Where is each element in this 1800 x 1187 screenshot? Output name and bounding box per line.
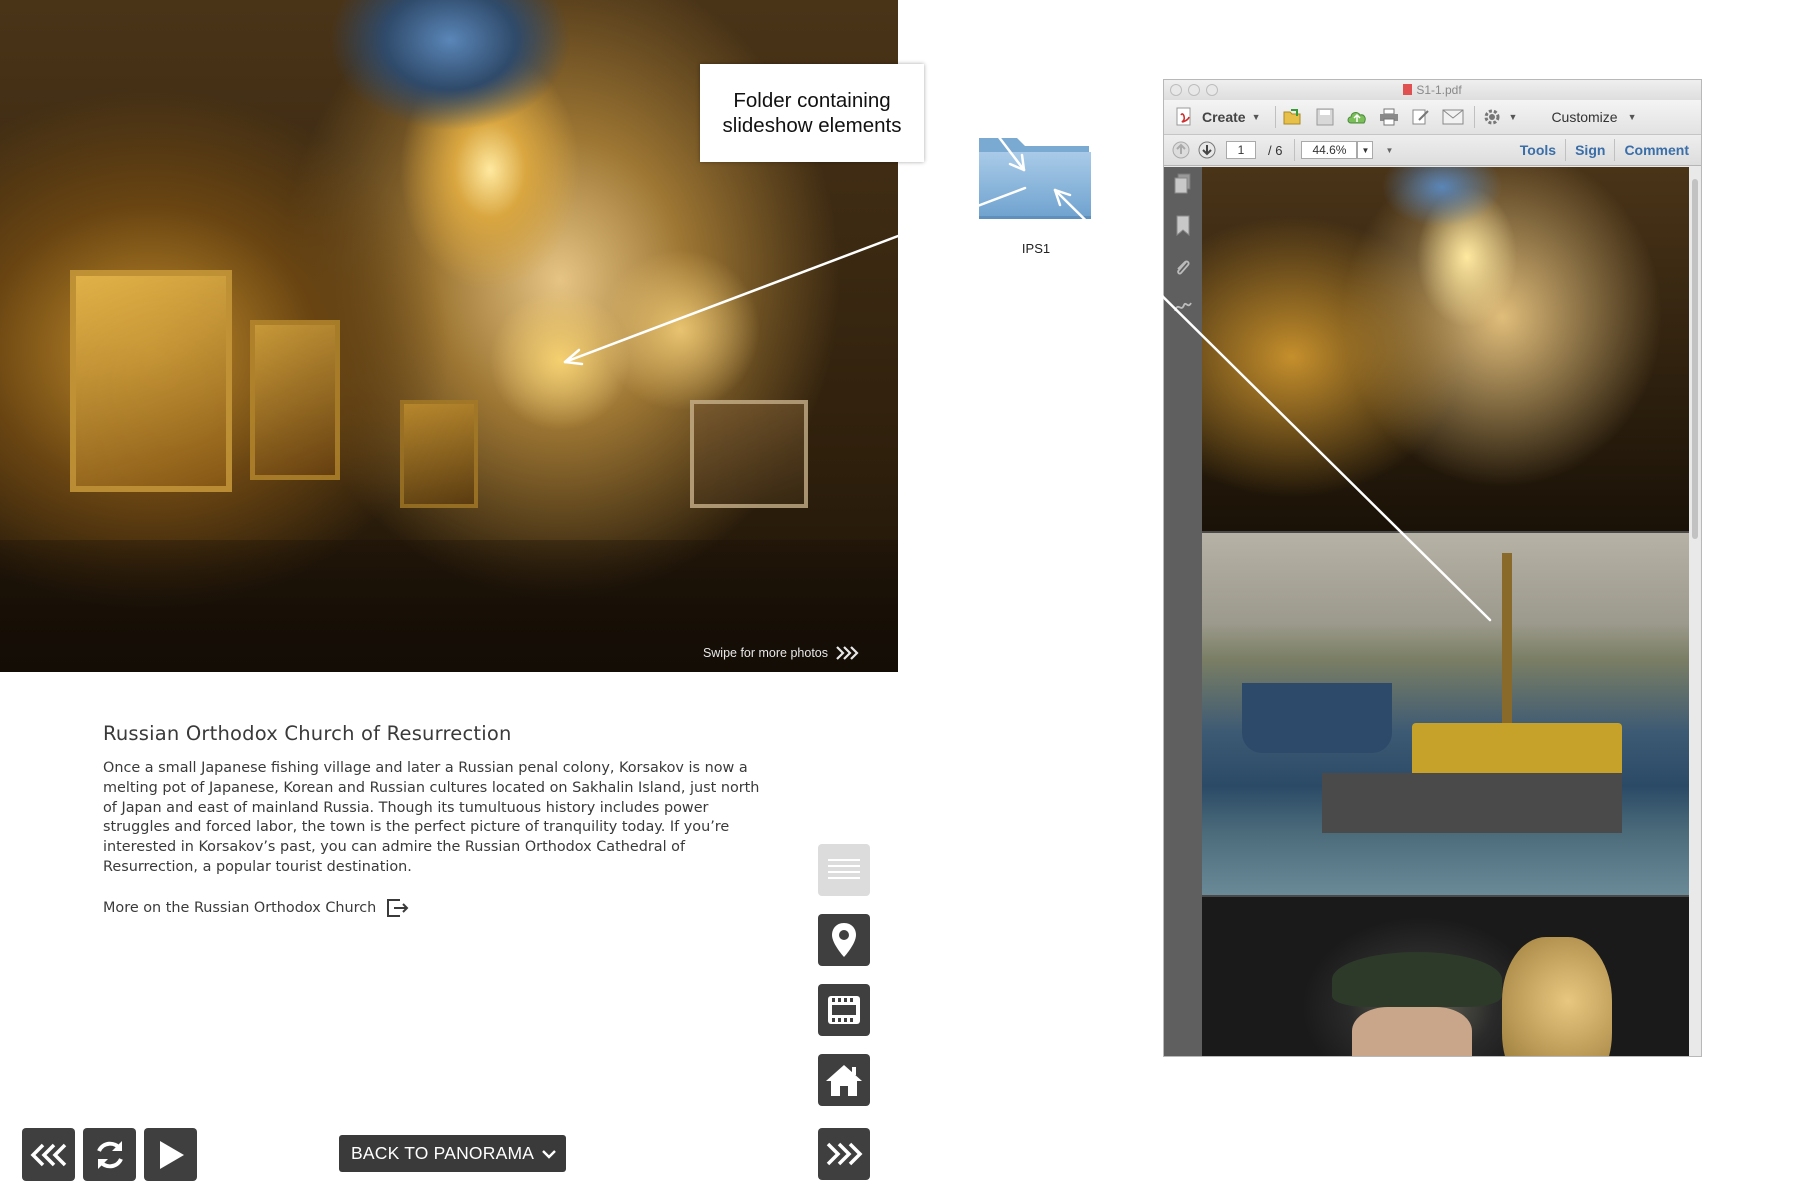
cloud-upload-icon[interactable] (1346, 107, 1368, 127)
text-view-button[interactable] (818, 844, 870, 896)
gear-dropdown-arrow-icon[interactable]: ▼ (1509, 112, 1518, 122)
back-to-panorama-button[interactable]: BACK TO PANORAMA (339, 1135, 567, 1172)
toolbar-separator (1565, 139, 1567, 161)
scrollbar-thumb[interactable] (1692, 179, 1698, 539)
ship-mast (1502, 553, 1512, 723)
navigation-toolbar: 1 / 6 44.6% ▼ ▼ Tools Sign Comment (1164, 135, 1701, 166)
map-button[interactable] (818, 914, 870, 966)
open-folder-icon[interactable] (1282, 107, 1304, 127)
ship (1242, 683, 1392, 753)
zoom-dropdown-icon[interactable]: ▼ (1357, 141, 1374, 159)
toolbar-separator (1274, 106, 1276, 128)
chevron-down-icon (542, 1149, 556, 1159)
rewind-button[interactable] (22, 1128, 75, 1181)
film-strip-icon (828, 996, 860, 1024)
next-button[interactable] (818, 1128, 870, 1180)
refresh-icon (96, 1140, 123, 1169)
create-label[interactable]: Create (1202, 109, 1246, 125)
zoom-input[interactable]: 44.6% (1301, 141, 1358, 159)
icon-painting (250, 320, 340, 480)
paperclip-icon[interactable] (1174, 257, 1192, 279)
fast-forward-icon (826, 1142, 863, 1166)
musician-face (1352, 1007, 1472, 1056)
icon-painting (70, 270, 232, 492)
main-toolbar: Create ▼ ▼ Customize ▼ (1164, 100, 1701, 135)
sign-tab[interactable]: Sign (1575, 142, 1605, 158)
create-menu[interactable]: Create ▼ (1174, 107, 1261, 127)
tools-tab[interactable]: Tools (1520, 142, 1556, 158)
icon-painting (690, 400, 808, 508)
play-button[interactable] (144, 1128, 197, 1181)
video-button[interactable] (818, 984, 870, 1036)
play-icon (159, 1140, 184, 1169)
map-pin-icon (832, 923, 856, 957)
swipe-hint: Swipe for more photos (703, 646, 860, 660)
view-options-arrow-icon[interactable]: ▼ (1385, 146, 1393, 155)
page-total: / 6 (1268, 142, 1283, 158)
pdf-viewer-window: S1-1.pdf Create ▼ ▼ Customize ▼ 1 / 6 44… (1163, 79, 1702, 1057)
edit-icon[interactable] (1410, 107, 1432, 127)
callout-line-2: slideshow elements (722, 114, 902, 137)
folder-icon[interactable] (975, 128, 1095, 223)
callout-line-1: Folder containing (733, 89, 891, 112)
triple-chevron-right-icon (836, 646, 859, 660)
save-icon[interactable] (1314, 107, 1336, 127)
email-icon[interactable] (1442, 107, 1464, 127)
icon-painting (400, 400, 478, 508)
external-link-icon[interactable] (386, 898, 410, 918)
refresh-button[interactable] (83, 1128, 136, 1181)
document-pages[interactable] (1202, 167, 1689, 1056)
home-button[interactable] (818, 1054, 870, 1106)
folder-label[interactable]: IPS1 (1010, 241, 1062, 256)
page-thumbnails-icon[interactable] (1173, 173, 1193, 195)
window-title: S1-1.pdf (1164, 83, 1701, 97)
military-cap (1332, 952, 1502, 1007)
article-title: Russian Orthodox Church of Resurrection (103, 722, 512, 745)
swipe-hint-text: Swipe for more photos (702, 646, 828, 660)
vertical-scrollbar[interactable] (1689, 167, 1701, 1056)
article: Russian Orthodox Church of Resurrection … (103, 722, 773, 918)
print-icon[interactable] (1378, 107, 1400, 127)
create-pdf-icon (1176, 107, 1191, 126)
page-number-input[interactable]: 1 (1226, 141, 1256, 159)
gear-icon[interactable] (1481, 107, 1503, 127)
customize-dropdown-arrow-icon[interactable]: ▼ (1628, 112, 1637, 122)
brass-instrument (1502, 937, 1612, 1056)
more-link-text[interactable]: More on the Russian Orthodox Church (103, 900, 376, 916)
create-dropdown-arrow-icon: ▼ (1251, 112, 1261, 122)
pdf-page-2-harbor (1202, 533, 1689, 895)
article-body: Once a small Japanese fishing village an… (103, 760, 760, 875)
annotation-callout: Folder containing slideshow elements (700, 64, 924, 162)
text-lines-icon (828, 859, 860, 879)
dock (1322, 773, 1622, 833)
bookmark-icon[interactable] (1174, 215, 1192, 237)
comment-tab[interactable]: Comment (1624, 142, 1689, 158)
pdf-file-icon (1403, 84, 1413, 95)
home-icon (826, 1065, 862, 1096)
pdf-page-1-church (1202, 167, 1689, 531)
window-titlebar[interactable]: S1-1.pdf (1164, 80, 1701, 100)
toolbar-separator (1473, 106, 1475, 128)
previous-page-icon[interactable] (1170, 140, 1192, 160)
window-title-text: S1-1.pdf (1416, 83, 1462, 97)
toolbar-separator (1614, 139, 1616, 161)
back-to-panorama-label[interactable]: BACK TO PANORAMA (351, 1143, 534, 1164)
pdf-page-3-band (1202, 897, 1689, 1056)
next-page-icon[interactable] (1196, 140, 1218, 160)
signature-icon[interactable] (1173, 299, 1193, 315)
more-link[interactable]: More on the Russian Orthodox Church (103, 898, 773, 918)
toolbar-separator (1294, 139, 1296, 161)
customize-menu[interactable]: Customize (1551, 109, 1617, 125)
navigation-pane (1164, 167, 1202, 1056)
rewind-icon (30, 1143, 66, 1166)
